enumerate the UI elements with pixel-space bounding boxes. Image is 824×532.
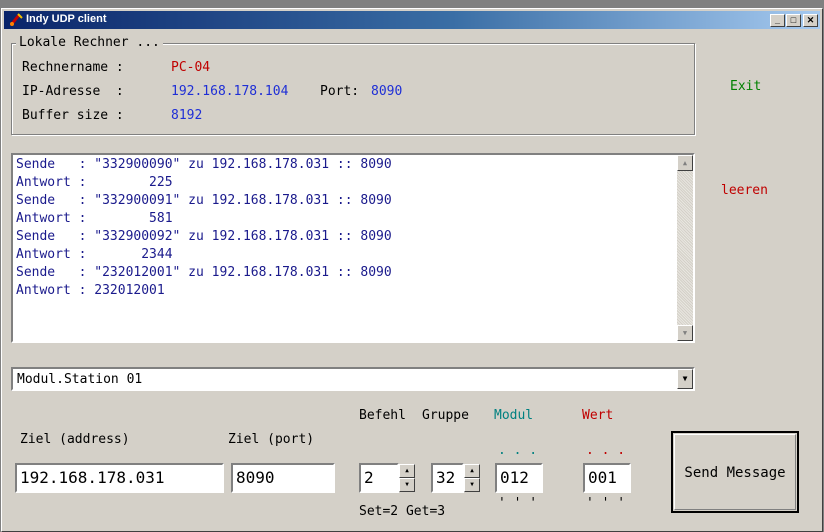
log-line: Sende : "332900092" zu 192.168.178.031 :… xyxy=(16,229,392,244)
wert-input[interactable]: 001 xyxy=(583,463,631,493)
send-message-label: Send Message xyxy=(684,465,786,481)
log-line: Antwort : 2344 xyxy=(16,247,173,262)
main-window: Indy UDP client _ □ ✕ Lokale Rechner ...… xyxy=(1,8,823,532)
port-label: Port: xyxy=(320,84,360,99)
computer-name-label: Rechnername : xyxy=(22,60,124,75)
ip-address-label: IP-Adresse : xyxy=(22,84,124,99)
befehl-stepper[interactable]: ▲ ▼ xyxy=(399,464,415,492)
scroll-down-icon[interactable]: ▼ xyxy=(677,325,693,341)
ip-address-value: 192.168.178.104 xyxy=(171,84,289,99)
modul-ticks: ' ' ' xyxy=(498,496,538,511)
log-line: Antwort : 225 xyxy=(16,175,173,190)
buffer-size-value: 8192 xyxy=(171,108,203,123)
chevron-down-icon[interactable]: ▼ xyxy=(677,369,693,389)
wert-ticks: ' ' ' xyxy=(586,496,626,511)
station-select[interactable]: Modul.Station 01 ▼ xyxy=(11,367,695,391)
log-line: Sende : "232012001" zu 192.168.178.031 :… xyxy=(16,265,392,280)
log-line: Antwort : 581 xyxy=(16,211,173,226)
stepper-down-icon[interactable]: ▼ xyxy=(464,478,480,492)
maximize-button[interactable]: □ xyxy=(786,14,801,27)
log-line: Sende : "332900091" zu 192.168.178.031 :… xyxy=(16,193,392,208)
buffer-size-label: Buffer size : xyxy=(22,108,124,123)
modul-dots: . . . xyxy=(498,443,538,458)
target-address-label: Ziel (address) xyxy=(20,432,130,447)
send-message-button[interactable]: Send Message xyxy=(671,431,799,513)
log-scrollbar[interactable]: ▲ ▼ xyxy=(677,155,693,341)
gruppe-input[interactable]: 32 xyxy=(431,463,464,493)
befehl-input[interactable]: 2 xyxy=(359,463,399,493)
modul-label: Modul xyxy=(494,408,534,423)
target-address-input[interactable]: 192.168.178.031 xyxy=(15,463,224,493)
stepper-up-icon[interactable]: ▲ xyxy=(464,464,480,478)
gruppe-label: Gruppe xyxy=(422,408,469,423)
log-memo[interactable]: Sende : "332900090" zu 192.168.178.031 :… xyxy=(11,153,695,343)
group-caption: Lokale Rechner ... xyxy=(16,35,163,50)
window-title: Indy UDP client xyxy=(26,13,107,25)
command-hint: Set=2 Get=3 xyxy=(359,504,446,519)
log-lines: Sende : "332900090" zu 192.168.178.031 :… xyxy=(16,156,392,300)
wert-dots: . . . xyxy=(586,443,626,458)
clear-button[interactable]: leeren xyxy=(721,183,768,198)
station-select-value: Modul.Station 01 xyxy=(17,372,143,387)
exit-button[interactable]: Exit xyxy=(730,79,761,94)
befehl-label: Befehl xyxy=(359,408,406,423)
title-bar[interactable]: Indy UDP client _ □ ✕ xyxy=(4,11,820,29)
app-icon xyxy=(9,13,23,26)
stepper-up-icon[interactable]: ▲ xyxy=(399,464,415,478)
stepper-down-icon[interactable]: ▼ xyxy=(399,478,415,492)
gruppe-stepper[interactable]: ▲ ▼ xyxy=(464,464,480,492)
computer-name-value: PC-04 xyxy=(171,60,211,75)
minimize-button[interactable]: _ xyxy=(770,14,785,27)
target-port-input[interactable]: 8090 xyxy=(231,463,335,493)
close-button[interactable]: ✕ xyxy=(803,14,818,27)
scroll-up-icon[interactable]: ▲ xyxy=(677,155,693,171)
wert-label: Wert xyxy=(582,408,614,423)
port-value: 8090 xyxy=(371,84,403,99)
target-port-label: Ziel (port) xyxy=(228,432,315,447)
log-line: Sende : "332900090" zu 192.168.178.031 :… xyxy=(16,157,392,172)
modul-input[interactable]: 012 xyxy=(495,463,543,493)
log-line: Antwort : 232012001 xyxy=(16,283,165,298)
